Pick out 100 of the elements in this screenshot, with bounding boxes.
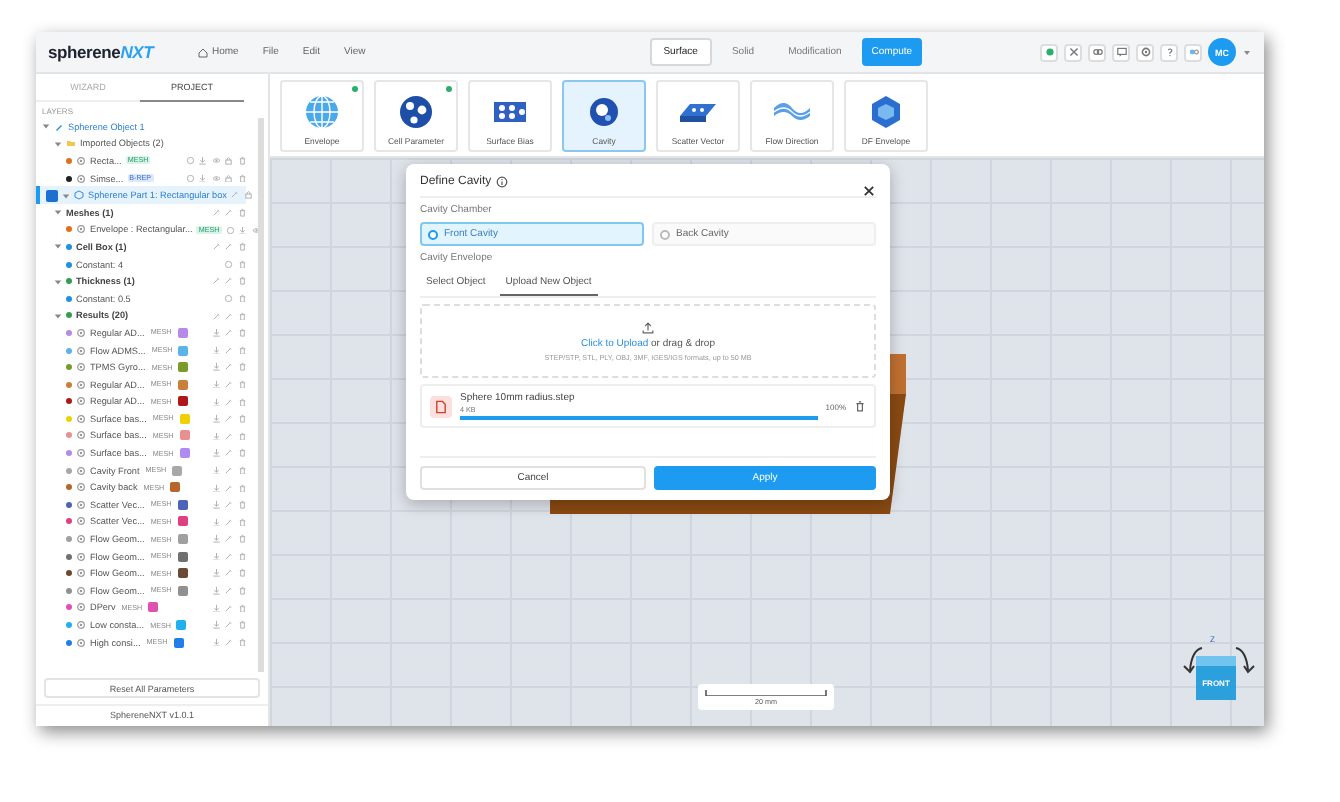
help-icon[interactable] — [1163, 46, 1175, 58]
delete-icon[interactable] — [854, 400, 866, 412]
edit-icon[interactable] — [211, 311, 220, 321]
visibility-circle-icon[interactable] — [185, 173, 194, 183]
edit-icon[interactable] — [224, 414, 233, 424]
caret-icon[interactable] — [1242, 47, 1252, 57]
download-icon[interactable] — [211, 345, 220, 355]
download-icon[interactable] — [211, 586, 220, 596]
edit-icon[interactable] — [224, 551, 233, 561]
eye-icon[interactable] — [251, 225, 258, 235]
edit-icon[interactable] — [224, 208, 233, 218]
download-icon[interactable] — [198, 173, 207, 183]
edit-icon[interactable] — [224, 397, 233, 407]
color-swatch[interactable] — [170, 482, 181, 493]
color-swatch[interactable] — [178, 362, 189, 373]
lock-icon[interactable] — [224, 156, 233, 166]
edit-icon[interactable] — [224, 276, 233, 286]
edit-icon[interactable] — [224, 620, 233, 630]
theme-toggle-icon[interactable] — [1187, 46, 1199, 58]
edit-icon[interactable] — [224, 586, 233, 596]
edit-icon[interactable] — [224, 483, 233, 493]
logo: sphereneNXT — [48, 42, 157, 62]
pencil-icon — [54, 121, 64, 132]
edit-icon[interactable] — [224, 568, 233, 578]
color-swatch[interactable] — [177, 534, 188, 545]
edit-icon[interactable] — [224, 311, 233, 321]
edit-icon[interactable] — [230, 190, 240, 200]
eye-icon[interactable] — [211, 156, 220, 166]
edit-icon[interactable] — [224, 465, 233, 475]
lock-icon[interactable] — [224, 173, 233, 183]
edit-icon[interactable] — [224, 345, 233, 355]
edit-icon[interactable] — [224, 379, 233, 389]
color-swatch[interactable] — [148, 602, 159, 613]
tools-icon[interactable] — [1067, 46, 1079, 58]
edit-icon[interactable] — [224, 448, 233, 458]
settings-icon[interactable] — [1139, 46, 1151, 58]
download-icon[interactable] — [211, 328, 220, 338]
sphere-icon — [396, 92, 436, 132]
color-swatch[interactable] — [172, 465, 183, 476]
color-swatch[interactable] — [179, 430, 190, 441]
upload-icon — [642, 321, 654, 333]
edit-icon[interactable] — [224, 637, 233, 647]
color-swatch[interactable] — [177, 396, 188, 407]
download-icon[interactable] — [211, 397, 220, 407]
download-icon[interactable] — [211, 483, 220, 493]
color-swatch[interactable] — [177, 551, 188, 562]
download-icon[interactable] — [211, 500, 220, 510]
color-swatch[interactable] — [177, 568, 188, 579]
download-icon[interactable] — [211, 637, 220, 647]
download-icon[interactable] — [211, 551, 220, 561]
eye-icon[interactable] — [211, 173, 220, 183]
edit-icon[interactable] — [224, 534, 233, 544]
edit-icon[interactable] — [224, 328, 233, 338]
color-swatch[interactable] — [179, 448, 190, 459]
download-icon[interactable] — [211, 362, 220, 372]
cube-icon — [74, 190, 84, 201]
cavity-icon — [584, 92, 624, 132]
download-icon[interactable] — [198, 156, 207, 166]
visibility-circle-icon[interactable] — [224, 259, 233, 269]
color-swatch[interactable] — [173, 637, 184, 648]
color-swatch[interactable] — [178, 345, 189, 356]
download-icon[interactable] — [211, 379, 220, 389]
download-icon[interactable] — [211, 568, 220, 578]
globe-icon — [302, 92, 342, 132]
visibility-circle-icon[interactable] — [224, 293, 233, 303]
download-icon[interactable] — [211, 620, 220, 630]
edit-icon[interactable] — [211, 276, 220, 286]
lock-icon[interactable] — [243, 190, 253, 200]
edit-icon[interactable] — [224, 362, 233, 372]
layer-checkbox[interactable] — [46, 189, 58, 202]
download-icon[interactable] — [211, 448, 220, 458]
download-icon[interactable] — [211, 534, 220, 544]
download-icon[interactable] — [211, 465, 220, 475]
color-swatch[interactable] — [177, 379, 188, 390]
file-icon — [434, 399, 448, 413]
edit-icon[interactable] — [211, 242, 220, 252]
edit-icon[interactable] — [224, 603, 233, 613]
download-icon[interactable] — [238, 225, 248, 235]
color-swatch[interactable] — [179, 413, 190, 424]
color-swatch[interactable] — [177, 327, 188, 338]
visibility-circle-icon[interactable] — [225, 225, 235, 235]
color-swatch[interactable] — [176, 620, 187, 631]
status-dot-icon[interactable] — [1043, 46, 1055, 58]
download-icon[interactable] — [211, 517, 220, 527]
edit-icon[interactable] — [224, 500, 233, 510]
download-icon[interactable] — [211, 603, 220, 613]
edit-icon[interactable] — [224, 431, 233, 441]
link-icon[interactable] — [1091, 46, 1103, 58]
edit-icon[interactable] — [224, 242, 233, 252]
color-swatch[interactable] — [177, 499, 188, 510]
info-icon — [495, 175, 508, 187]
color-swatch[interactable] — [177, 585, 188, 596]
download-icon[interactable] — [211, 431, 220, 441]
color-swatch[interactable] — [177, 516, 188, 527]
edit-icon[interactable] — [211, 208, 220, 218]
3d-viewport[interactable] — [270, 158, 1264, 726]
download-icon[interactable] — [211, 414, 220, 424]
edit-icon[interactable] — [224, 517, 233, 527]
visibility-circle-icon[interactable] — [185, 156, 194, 166]
chat-icon[interactable] — [1115, 46, 1127, 58]
